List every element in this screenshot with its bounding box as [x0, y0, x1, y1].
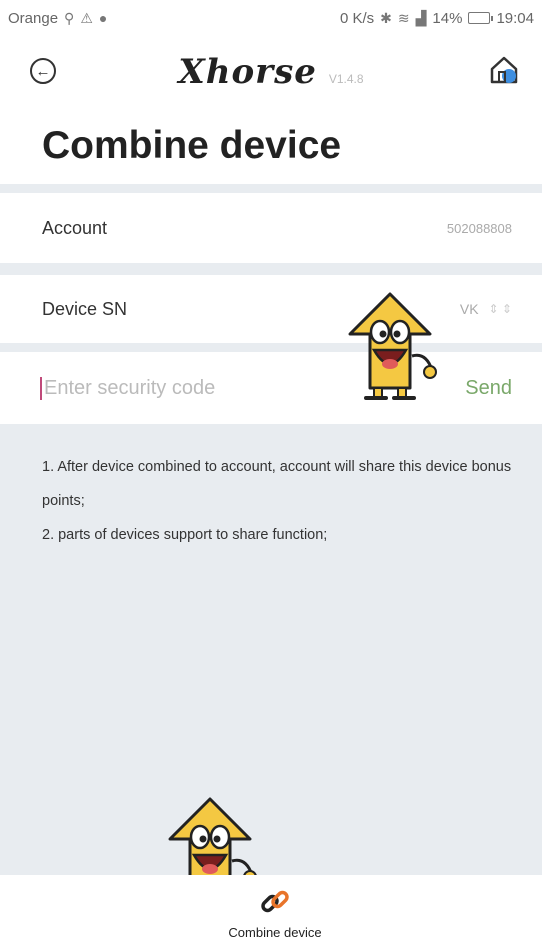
note-item: 2. parts of devices support to share fun…	[42, 527, 328, 543]
device-sn-label: Device SN	[42, 298, 128, 319]
account-label: Account	[42, 217, 108, 238]
account-row: Account 502088808	[0, 193, 542, 263]
home-button[interactable]	[488, 54, 520, 86]
send-button[interactable]: Send	[465, 377, 512, 400]
security-code-row: Send	[0, 352, 542, 424]
battery-icon	[468, 12, 494, 24]
device-sn-value[interactable]: VK ⇕ ⇕	[460, 301, 512, 317]
tab-combine-device[interactable]: Combine device	[210, 885, 340, 945]
network-speed: 0 K/s	[339, 9, 375, 27]
chevron-updown-icon[interactable]: ⇕ ⇕	[489, 302, 512, 316]
bluetooth-icon: ✱	[380, 9, 392, 26]
app-version: V1.4.8	[328, 72, 364, 86]
warning-icon: ⚠	[80, 9, 93, 26]
message-icon: ●	[98, 10, 108, 26]
brand-logo: Xhorse	[178, 52, 317, 92]
device-sn-row[interactable]: Device SN VK ⇕ ⇕	[0, 275, 542, 343]
account-value: 502088808	[446, 220, 512, 236]
status-left: Orange ⚲ ⚠ ●	[8, 10, 107, 27]
security-code-input[interactable]	[40, 376, 340, 400]
status-right: 0 K/s ✱ ≋ ▟ 14% 19:04	[340, 10, 534, 27]
note-item: 1. After device combined to account, acc…	[42, 459, 512, 509]
device-sn-text: VK	[459, 301, 479, 317]
bottom-tab-bar: Combine device	[0, 875, 542, 945]
tab-label: Combine device	[228, 925, 322, 940]
signal-icon: ▟	[415, 9, 427, 26]
mascot-arrow-icon	[348, 292, 437, 400]
usb-icon: ⚲	[64, 9, 75, 26]
wifi-icon: ≋	[397, 9, 410, 26]
carrier-name: Orange	[8, 9, 59, 27]
battery-percent: 14%	[432, 9, 463, 27]
back-button[interactable]: ←	[30, 58, 56, 84]
notes: 1. After device combined to account, acc…	[42, 450, 512, 552]
page-title-section: Combine device	[0, 108, 542, 184]
brand: Xhorse V1.4.8	[178, 52, 363, 92]
link-icon	[261, 890, 289, 913]
app-header: ← Xhorse V1.4.8	[0, 36, 542, 108]
arrow-left-icon: ←	[35, 62, 51, 80]
status-bar: Orange ⚲ ⚠ ● 0 K/s ✱ ≋ ▟ 14% 19:04	[0, 0, 542, 36]
clock: 19:04	[496, 9, 534, 27]
page-title: Combine device	[42, 124, 342, 167]
